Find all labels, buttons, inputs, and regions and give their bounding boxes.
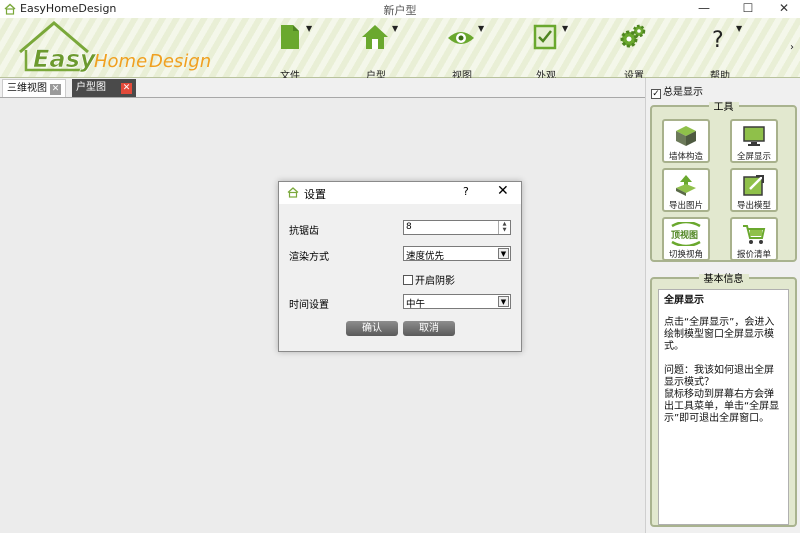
tab-floor-plan-label: 户型图: [76, 82, 106, 93]
tab-floor-plan[interactable]: 户型图 ✕: [72, 79, 136, 97]
right-panel: ✓ 总是显示 工具 墙体构造 全屏显示 导出图片 导出模型 顶视图 切换视角 报…: [645, 78, 800, 533]
export-model-button[interactable]: 导出模型: [730, 168, 778, 212]
svg-text:Home: Home: [94, 51, 147, 72]
ribbon-house-button[interactable]: ▼ 户型: [348, 20, 408, 82]
appearance-icon: [533, 24, 557, 50]
quote-list-label: 报价清单: [736, 250, 771, 260]
render-mode-select[interactable]: 速度优先 ▼: [403, 246, 511, 262]
tab-3d-view[interactable]: 三维视图 ✕: [2, 79, 66, 97]
switch-view-label: 切换视角: [668, 250, 703, 260]
help-icon: ?: [712, 28, 724, 52]
dialog-close-button[interactable]: ✕: [497, 183, 509, 199]
time-setting-select[interactable]: 中午 ▼: [403, 294, 511, 310]
antialias-value: 8: [406, 222, 412, 232]
dialog-title: 设置: [304, 188, 326, 201]
info-text-box: 全屏显示 点击“全屏显示”，会进入绘制模型窗口全屏显示模式。 问题：我该如何退出…: [658, 289, 789, 525]
enable-shadow-checkbox[interactable]: 开启阴影: [403, 272, 455, 287]
app-house-icon: [287, 187, 299, 198]
close-window-button[interactable]: ✕: [764, 0, 800, 18]
tools-group-title: 工具: [708, 102, 739, 113]
tools-group: 工具 墙体构造 全屏显示 导出图片 导出模型 顶视图 切换视角 报价清单: [650, 102, 797, 262]
dialog-title-bar: 设置 ? ✕: [279, 182, 521, 204]
fullscreen-label: 全屏显示: [736, 152, 771, 162]
render-mode-label: 渲染方式: [289, 252, 329, 263]
dropdown-arrow-icon[interactable]: ▼: [498, 248, 509, 259]
house-icon: [362, 25, 388, 49]
info-group: 基本信息 全屏显示 点击“全屏显示”，会进入绘制模型窗口全屏显示模式。 问题：我…: [650, 274, 797, 527]
caret-down-icon[interactable]: ▼: [306, 24, 312, 33]
confirm-button[interactable]: 确认: [346, 321, 398, 336]
switch-view-icon: 顶视图: [671, 222, 701, 246]
export-model-label: 导出模型: [736, 201, 771, 211]
antialias-label: 抗锯齿: [289, 226, 319, 237]
export-image-button[interactable]: 导出图片: [662, 168, 710, 212]
fullscreen-button[interactable]: 全屏显示: [730, 119, 778, 163]
wall-construct-label: 墙体构造: [668, 152, 703, 162]
export-image-icon: [676, 175, 696, 196]
time-setting-label: 时间设置: [289, 300, 329, 311]
info-heading: 全屏显示: [664, 295, 704, 306]
ribbon-settings-button[interactable]: 设置: [606, 20, 666, 82]
eye-icon: [448, 32, 474, 44]
svg-text:顶视图: 顶视图: [671, 229, 698, 241]
caret-down-icon[interactable]: ▼: [392, 24, 398, 33]
caret-down-icon[interactable]: ▼: [736, 24, 742, 33]
monitor-icon: [743, 126, 765, 146]
enable-shadow-label: 开启阴影: [415, 276, 455, 287]
caret-down-icon[interactable]: ▼: [478, 24, 484, 33]
info-paragraph: 问题：我该如何退出全屏显示模式？ 鼠标移动到屏幕右方会弹出工具菜单，单击“全屏显…: [664, 365, 780, 424]
tab-3d-view-label: 三维视图: [7, 83, 47, 94]
info-group-title: 基本信息: [698, 274, 749, 285]
ribbon-toolbar: Easy Home Design ▼ 文件 ▼ 户型 ▼ 视图 ▼ 外观 设置 …: [0, 18, 800, 82]
ribbon-file-button[interactable]: ▼ 文件: [262, 20, 322, 82]
dialog-help-button[interactable]: ?: [463, 185, 469, 198]
settings-dialog: 设置 ? ✕ 抗锯齿 8 ▲ ▼ 渲染方式 速度优先 ▼ 开启阴影 时间设置 中…: [278, 181, 522, 352]
quote-list-button[interactable]: 报价清单: [730, 217, 778, 261]
svg-text:Design: Design: [149, 51, 211, 72]
ribbon-appearance-button[interactable]: ▼ 外观: [518, 20, 578, 82]
tab-close-icon[interactable]: ✕: [121, 83, 132, 94]
export-model-icon: [743, 175, 764, 196]
svg-text:?: ?: [712, 28, 724, 52]
cart-icon: [743, 225, 766, 244]
easyhomedesign-logo: Easy Home Design: [19, 21, 211, 73]
always-show-checkbox[interactable]: ✓ 总是显示: [651, 83, 703, 99]
minimize-button[interactable]: —: [684, 0, 724, 18]
always-show-label: 总是显示: [663, 87, 703, 98]
ribbon-more-icon[interactable]: ›: [790, 42, 794, 53]
export-image-label: 导出图片: [668, 201, 703, 211]
caret-down-icon[interactable]: ▼: [562, 24, 568, 33]
svg-text:Easy: Easy: [33, 45, 97, 73]
dropdown-arrow-icon[interactable]: ▼: [498, 296, 509, 307]
switch-view-button[interactable]: 顶视图 切换视角: [662, 217, 710, 261]
view-tab-bar: 三维视图 ✕ 户型图 ✕: [0, 78, 645, 98]
spin-down-icon[interactable]: ▼: [499, 227, 510, 233]
ribbon-view-button[interactable]: ▼ 视图: [434, 20, 494, 82]
tab-close-icon[interactable]: ✕: [50, 84, 61, 95]
document-title: 新户型: [383, 4, 417, 17]
title-bar: EasyHomeDesign 新户型 — ☐ ✕: [0, 0, 800, 18]
wall-cube-icon: [676, 126, 696, 146]
wall-construct-button[interactable]: 墙体构造: [662, 119, 710, 163]
time-setting-value: 中午: [406, 299, 426, 310]
document-icon: [281, 25, 299, 49]
info-paragraph: 点击“全屏显示”，会进入绘制模型窗口全屏显示模式。: [664, 317, 775, 352]
gears-icon: [620, 24, 646, 48]
render-mode-value: 速度优先: [406, 251, 445, 262]
ribbon-help-button[interactable]: ? ▼ 帮助: [692, 20, 752, 82]
maximize-button[interactable]: ☐: [728, 0, 768, 18]
cancel-button[interactable]: 取消: [403, 321, 455, 336]
checkbox-unchecked-icon[interactable]: [403, 275, 413, 285]
antialias-spinbox[interactable]: 8 ▲ ▼: [403, 220, 511, 235]
